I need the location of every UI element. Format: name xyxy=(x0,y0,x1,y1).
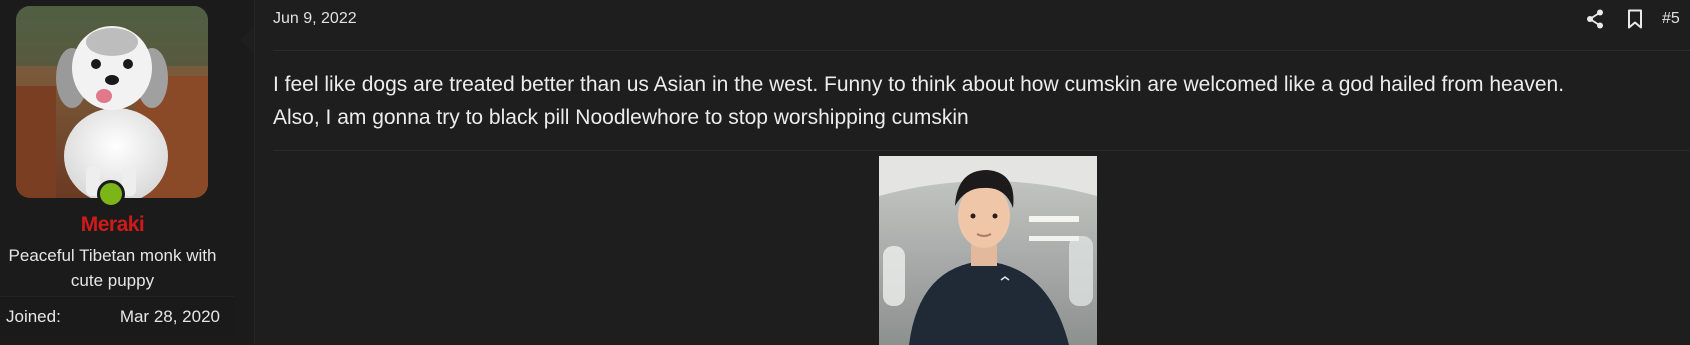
user-extra-info: Joined: Mar 28, 2020 xyxy=(0,296,234,337)
message-main: Jun 9, 2022 #5 I feel like dogs are trea… xyxy=(255,0,1690,345)
post-number-link[interactable]: #5 xyxy=(1662,10,1690,28)
bookmark-icon[interactable] xyxy=(1624,8,1646,30)
online-status-indicator xyxy=(97,180,125,208)
header-divider xyxy=(273,50,1690,51)
message-arrow xyxy=(240,26,254,54)
user-sidebar: Meraki Peaceful Tibetan monk with cute p… xyxy=(0,0,255,345)
post-body: I feel like dogs are treated better than… xyxy=(273,68,1673,134)
post-date-link[interactable]: Jun 9, 2022 xyxy=(273,10,357,28)
post-text-line: Also, I am gonna try to black pill Noodl… xyxy=(273,106,969,129)
attached-image[interactable] xyxy=(879,156,1097,345)
share-icon[interactable] xyxy=(1584,8,1606,30)
username-link[interactable]: Meraki xyxy=(0,213,225,237)
joined-value: Mar 28, 2020 xyxy=(119,307,220,326)
joined-label: Joined: xyxy=(6,307,61,326)
user-title: Peaceful Tibetan monk with cute puppy xyxy=(8,246,217,290)
body-divider xyxy=(273,150,1690,151)
forum-post: Meraki Peaceful Tibetan monk with cute p… xyxy=(0,0,1690,345)
avatar[interactable] xyxy=(16,6,208,198)
post-actions: #5 xyxy=(1566,6,1690,32)
post-text-line: I feel like dogs are treated better than… xyxy=(273,73,1565,96)
avatar-container[interactable] xyxy=(16,6,208,208)
